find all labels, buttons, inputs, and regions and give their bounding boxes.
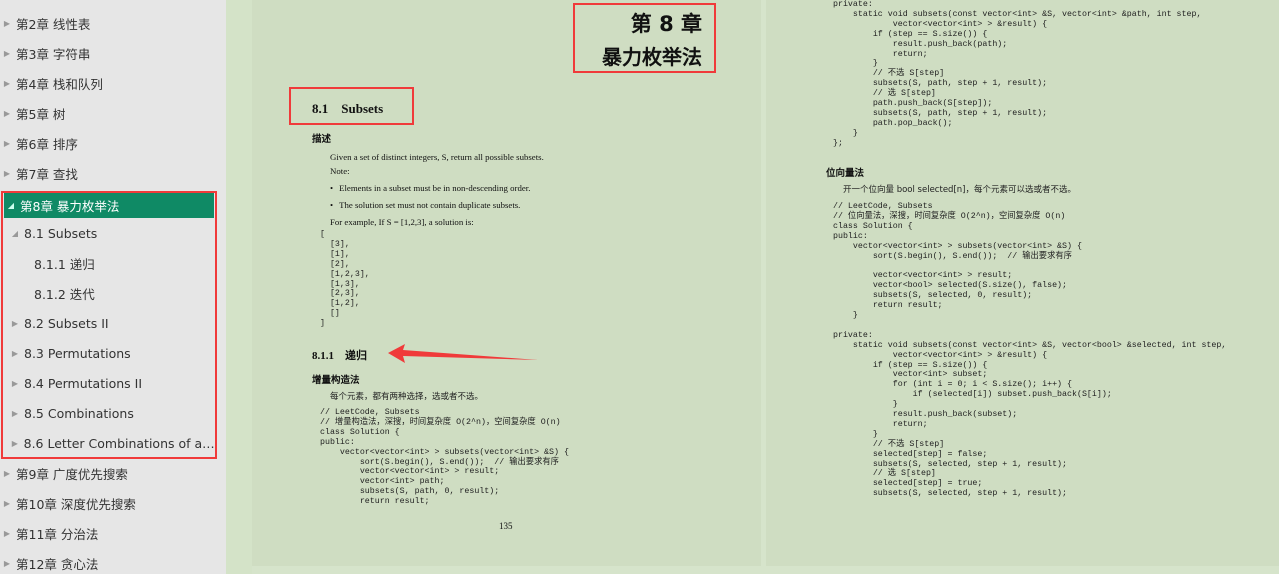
sidebar-item-label: 第7章 查找 [16, 166, 78, 182]
expanded-triangle-icon[interactable]: ◢ [10, 229, 20, 238]
note-bullet-2: The solution set must not contain duplic… [330, 200, 520, 211]
sidebar-item-label: 第11章 分治法 [16, 526, 99, 542]
page-number: 135 [499, 521, 513, 531]
sidebar-item-label: 8.3 Permutations [24, 345, 131, 361]
sidebar-item-8-6-letter-combinations-of-a-p[interactable]: ▶ 8.6 Letter Combinations of a P... [0, 428, 216, 458]
sidebar-item-第12章-贪心法[interactable]: ▶ 第12章 贪心法 [0, 548, 216, 574]
collapsed-triangle-icon[interactable]: ▶ [2, 19, 12, 28]
collapsed-triangle-icon[interactable]: ▶ [2, 499, 12, 508]
method-description-incremental: 每个元素，都有两种选择，选或者不选。 [330, 392, 484, 402]
sidebar-item-label: 第9章 广度优先搜索 [16, 466, 128, 482]
sidebar-item-8-5-combinations[interactable]: ▶ 8.5 Combinations [0, 398, 216, 428]
sidebar-item-label: 第2章 线性表 [16, 16, 91, 32]
code-block-bitvector: // LeetCode, Subsets // 位向量法，深搜，时间复杂度 O(… [833, 202, 1227, 499]
chapter-number: 第 8 章 [630, 12, 702, 36]
example-output: [ [3], [1], [2], [1,2,3], [1,3], [2,3], … [320, 230, 370, 329]
subsection-title: 8.1.1 递归 [312, 350, 367, 362]
sidebar-item-label: 8.1 Subsets [24, 225, 98, 241]
note-bullet-1: Elements in a subset must be in non-desc… [330, 183, 530, 194]
sidebar-item-label: 8.2 Subsets II [24, 315, 109, 331]
collapsed-triangle-icon[interactable]: ▶ [10, 349, 20, 358]
sidebar-item-label: 第12章 贪心法 [16, 556, 99, 572]
sidebar-item-第6章-排序[interactable]: ▶ 第6章 排序 [0, 128, 216, 158]
sidebar-gutter [226, 0, 252, 574]
collapsed-triangle-icon[interactable]: ▶ [2, 79, 12, 88]
collapsed-triangle-icon[interactable]: ▶ [2, 529, 12, 538]
method-heading-incremental: 增量构造法 [312, 375, 360, 386]
code-block-private-recursive: private: static void subsets(const vecto… [833, 0, 1202, 148]
expanded-triangle-icon[interactable]: ◢ [6, 201, 16, 210]
sidebar-item-第2章-线性表[interactable]: ▶ 第2章 线性表 [0, 8, 216, 38]
sidebar-item-8-3-permutations[interactable]: ▶ 8.3 Permutations [0, 338, 216, 368]
sidebar-item-第9章-广度优先搜索[interactable]: ▶ 第9章 广度优先搜索 [0, 458, 216, 488]
collapsed-triangle-icon[interactable]: ▶ [2, 559, 12, 568]
code-block-incremental: // LeetCode, Subsets // 增量构造法，深搜，时间复杂度 O… [320, 408, 569, 507]
description-text: Given a set of distinct integers, S, ret… [330, 152, 544, 162]
collapsed-triangle-icon[interactable]: ▶ [10, 409, 20, 418]
collapsed-triangle-icon[interactable]: ▶ [10, 319, 20, 328]
section-title: 8.1 Subsets [312, 101, 384, 116]
description-heading: 描述 [312, 134, 332, 145]
sidebar-item-label: 8.1.1 递归 [34, 256, 95, 272]
example-intro: For example, If S = [1,2,3], a solution … [330, 217, 474, 227]
collapsed-triangle-icon[interactable]: ▶ [2, 139, 12, 148]
sidebar-item-第4章-栈和队列[interactable]: ▶ 第4章 栈和队列 [0, 68, 216, 98]
sidebar-item-8-2-subsets-ii[interactable]: ▶ 8.2 Subsets II [0, 308, 216, 338]
sidebar-item-第10章-深度优先搜索[interactable]: ▶ 第10章 深度优先搜索 [0, 488, 216, 518]
sidebar-item-label: 8.4 Permutations II [24, 375, 143, 391]
sidebar-item-第7章-查找[interactable]: ▶ 第7章 查找 [0, 158, 216, 188]
sidebar-item-第3章-字符串[interactable]: ▶ 第3章 字符串 [0, 38, 216, 68]
sidebar-item-8-1-subsets[interactable]: ◢ 8.1 Subsets [0, 218, 216, 248]
sidebar-item-label: 8.5 Combinations [24, 405, 134, 421]
collapsed-triangle-icon[interactable]: ▶ [2, 169, 12, 178]
sidebar-item-label: 第3章 字符串 [16, 46, 91, 62]
outline-sidebar: ▶ 第2章 线性表 ▶ 第3章 字符串 ▶ 第4章 栈和队列 ▶ 第5章 树 ▶ 第6章 排序 ▶ 第… [0, 0, 226, 574]
sidebar-item-8-4-permutations-ii[interactable]: ▶ 8.4 Permutations II [0, 368, 216, 398]
sidebar-item-第5章-树[interactable]: ▶ 第5章 树 [0, 98, 216, 128]
collapsed-triangle-icon[interactable]: ▶ [2, 109, 12, 118]
method-heading-bitvector: 位向量法 [826, 168, 865, 179]
sidebar-item-第11章-分治法[interactable]: ▶ 第11章 分治法 [0, 518, 216, 548]
note-label: Note: [330, 166, 350, 176]
collapsed-triangle-icon[interactable]: ▶ [2, 469, 12, 478]
method-description-bitvector: 开一个位向量 bool selected[n]，每个元素可以选或者不选。 [843, 185, 1076, 195]
page-bottom-gap [252, 566, 1279, 574]
sidebar-item-label: 8.1.2 迭代 [34, 286, 95, 302]
collapsed-triangle-icon[interactable]: ▶ [2, 49, 12, 58]
sidebar-item-8-1-2-迭代[interactable]: 8.1.2 迭代 [0, 278, 216, 308]
sidebar-item-label: 8.6 Letter Combinations of a P... [23, 435, 216, 451]
sidebar-item-第8章-暴力枚举法[interactable]: ◢ 第8章 暴力枚举法 [4, 192, 214, 218]
collapsed-triangle-icon[interactable]: ▶ [10, 379, 20, 388]
red-arrow-icon [388, 344, 538, 363]
chapter-title: 暴力枚举法 [602, 45, 702, 69]
sidebar-item-8-1-1-递归[interactable]: 8.1.1 递归 [0, 248, 216, 278]
collapsed-triangle-icon[interactable]: ▶ [10, 439, 20, 448]
sidebar-item-label: 第6章 排序 [16, 136, 78, 152]
sidebar-item-label: 第5章 树 [16, 106, 66, 122]
sidebar-item-label: 第8章 暴力枚举法 [20, 198, 120, 214]
sidebar-item-label: 第10章 深度优先搜索 [16, 496, 136, 512]
sidebar-item-label: 第4章 栈和队列 [16, 76, 103, 92]
